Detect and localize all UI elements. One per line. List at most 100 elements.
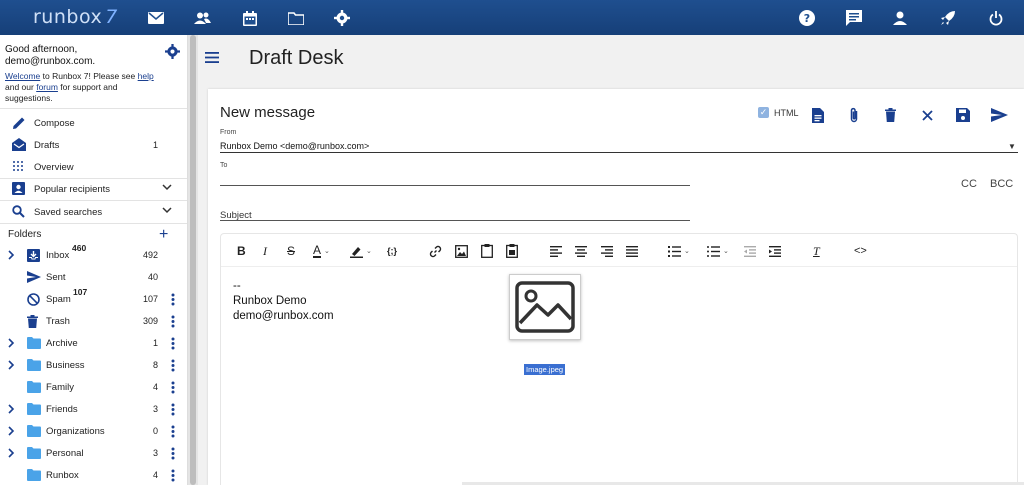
- inbox-tray-icon: [27, 249, 41, 262]
- main-content: Draft Desk New message ✓ HTML From Runbo…: [198, 35, 1024, 485]
- folder-sent[interactable]: Sent 40: [0, 267, 187, 289]
- compose-title: New message: [220, 104, 316, 121]
- folder-menu-kebab-icon[interactable]: [171, 469, 175, 482]
- numbered-list-icon[interactable]: ⌄: [668, 243, 690, 259]
- files-icon[interactable]: [287, 9, 305, 27]
- save-floppy-icon[interactable]: [954, 106, 972, 124]
- scrollbar-thumb[interactable]: [190, 35, 196, 485]
- italic-icon[interactable]: I: [263, 243, 267, 259]
- folder-menu-kebab-icon[interactable]: [171, 425, 175, 438]
- folder-organizations[interactable]: Organizations 0: [0, 421, 187, 443]
- delete-trash-icon[interactable]: [881, 106, 899, 124]
- text-color-icon[interactable]: A ⌄: [313, 243, 330, 259]
- folder-menu-kebab-icon[interactable]: [171, 337, 175, 350]
- runbox-logo[interactable]: runbox 7: [33, 6, 118, 28]
- align-center-icon[interactable]: [575, 243, 587, 259]
- folder-menu-kebab-icon[interactable]: [171, 381, 175, 394]
- bullet-list-icon[interactable]: ⌄: [707, 243, 729, 259]
- upgrade-rocket-icon[interactable]: [939, 9, 957, 27]
- close-icon[interactable]: [918, 106, 936, 124]
- svg-text:?: ?: [804, 12, 810, 25]
- to-label: To: [220, 162, 228, 169]
- link-icon[interactable]: [429, 243, 442, 259]
- chevron-right-icon[interactable]: [8, 404, 15, 414]
- add-folder-plus-icon[interactable]: +: [159, 227, 168, 243]
- contacts-icon[interactable]: [193, 9, 211, 27]
- folder-spam[interactable]: Spam 107 107: [0, 287, 187, 311]
- folder-menu-kebab-icon[interactable]: [171, 359, 175, 372]
- align-justify-icon[interactable]: [626, 243, 638, 259]
- checkbox-checked-icon: ✓: [758, 107, 769, 118]
- paste-icon[interactable]: [481, 243, 493, 259]
- help-icon[interactable]: ?: [798, 9, 816, 27]
- highlight-color-icon[interactable]: ⌄: [350, 243, 372, 259]
- chevron-right-icon[interactable]: [8, 360, 15, 370]
- rich-text-editor[interactable]: B I S A ⌄ ⌄ {;} ⌄ ⌄ T <> -- Runbox Demo …: [220, 233, 1018, 485]
- from-select[interactable]: Runbox Demo <demo@runbox.com>: [220, 141, 369, 151]
- clear-formatting-icon[interactable]: T: [813, 243, 820, 259]
- forum-link[interactable]: forum: [36, 82, 58, 92]
- folder-inbox[interactable]: Inbox 460 492: [0, 243, 187, 267]
- attach-paperclip-icon[interactable]: [845, 106, 863, 124]
- folder-menu-kebab-icon[interactable]: [171, 447, 175, 460]
- bold-icon[interactable]: B: [237, 243, 246, 259]
- source-code-icon[interactable]: <>: [854, 243, 867, 259]
- sidebar-item-overview[interactable]: Overview: [0, 156, 187, 178]
- code-braces-icon[interactable]: {;}: [387, 243, 397, 259]
- indent-icon[interactable]: [769, 243, 781, 259]
- folder-personal[interactable]: Personal 3: [0, 443, 187, 465]
- trash-icon: [27, 315, 41, 328]
- folder-friends[interactable]: Friends 3: [0, 399, 187, 421]
- template-document-icon[interactable]: [809, 106, 827, 124]
- sidebar-item-compose[interactable]: Compose: [0, 112, 187, 134]
- folder-trash[interactable]: Trash 309: [0, 311, 187, 333]
- calendar-icon[interactable]: [241, 9, 259, 27]
- insert-image-icon[interactable]: [455, 243, 468, 259]
- folder-menu-kebab-icon[interactable]: [171, 293, 175, 306]
- help-link[interactable]: help: [138, 71, 154, 81]
- chevron-right-icon[interactable]: [8, 250, 15, 260]
- image-filename-label: Image.jpeg: [524, 364, 566, 375]
- strikethrough-icon[interactable]: S: [287, 243, 295, 259]
- folder-menu-kebab-icon[interactable]: [171, 403, 175, 416]
- folder-icon: [27, 447, 41, 460]
- logout-power-icon[interactable]: [987, 9, 1005, 27]
- sidebar-settings-gear-icon[interactable]: [165, 44, 180, 59]
- chevron-right-icon[interactable]: [8, 338, 15, 348]
- sidebar-scrollbar[interactable]: [188, 35, 198, 485]
- from-label: From: [220, 129, 237, 136]
- send-icon[interactable]: [990, 106, 1008, 124]
- sidebar-item-popular-recipients[interactable]: Popular recipients: [0, 178, 187, 200]
- bcc-button[interactable]: BCC: [990, 178, 1013, 190]
- welcome-link[interactable]: Welcome: [5, 71, 40, 81]
- chevron-right-icon[interactable]: [8, 448, 15, 458]
- html-toggle-checkbox[interactable]: ✓ HTML: [758, 107, 799, 118]
- align-right-icon[interactable]: [601, 243, 613, 259]
- message-body[interactable]: -- Runbox Demo demo@runbox.com: [233, 279, 334, 324]
- settings-icon[interactable]: [333, 9, 351, 27]
- top-navigation-bar: runbox 7 ?: [0, 0, 1024, 35]
- folder-archive[interactable]: Archive 1: [0, 333, 187, 355]
- chevron-right-icon[interactable]: [8, 426, 15, 436]
- to-input[interactable]: [220, 185, 690, 186]
- feedback-icon[interactable]: [845, 9, 863, 27]
- caret-down-icon[interactable]: ▼: [1008, 142, 1016, 151]
- align-left-icon[interactable]: [550, 243, 562, 259]
- folder-business[interactable]: Business 8: [0, 355, 187, 377]
- sidebar-item-drafts[interactable]: Drafts 1: [0, 134, 187, 156]
- folder-icon: [27, 337, 41, 350]
- menu-hamburger-icon[interactable]: [205, 52, 219, 63]
- mail-icon[interactable]: [147, 9, 165, 27]
- paste-as-text-icon[interactable]: [506, 243, 518, 259]
- folder-family[interactable]: Family 4: [0, 377, 187, 399]
- sidebar-item-saved-searches[interactable]: Saved searches: [0, 201, 187, 223]
- cc-button[interactable]: CC: [961, 178, 977, 190]
- outdent-icon[interactable]: [744, 243, 756, 259]
- folder-icon: [27, 403, 41, 416]
- attached-image-thumbnail[interactable]: [509, 274, 581, 340]
- folder-runbox[interactable]: Runbox 4: [0, 465, 187, 485]
- folder-menu-kebab-icon[interactable]: [171, 315, 175, 328]
- search-icon: [12, 205, 26, 219]
- account-icon[interactable]: [891, 9, 909, 27]
- page-title: Draft Desk: [249, 47, 344, 69]
